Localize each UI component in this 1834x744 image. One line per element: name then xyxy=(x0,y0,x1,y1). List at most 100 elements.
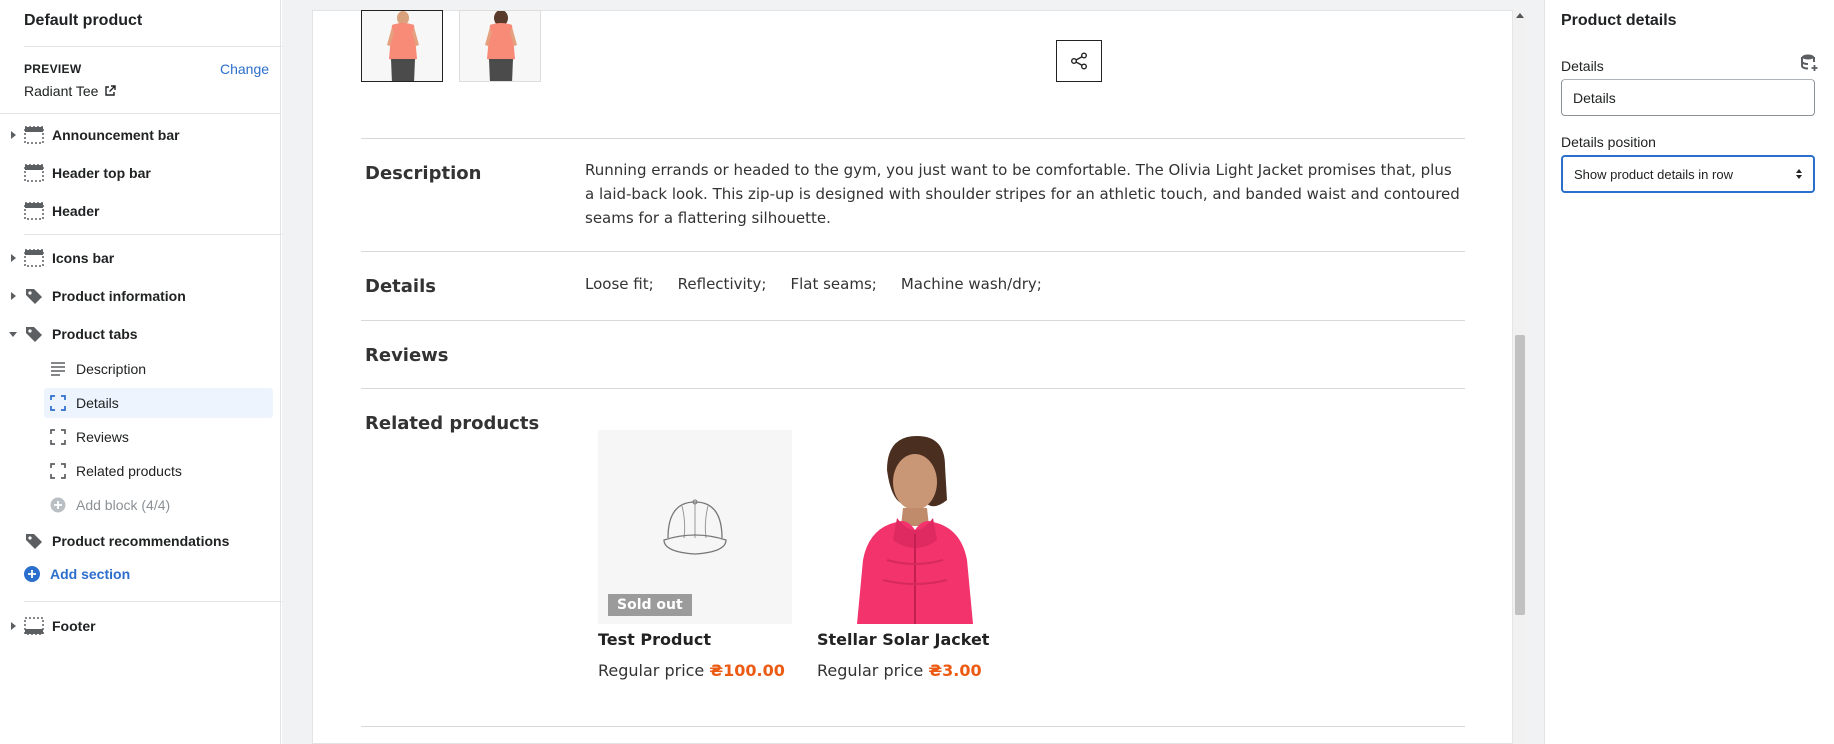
block-bracket-icon xyxy=(50,395,66,411)
sections-sidebar: Default product PREVIEW Change Radiant T… xyxy=(0,0,298,744)
expand-caret-icon[interactable] xyxy=(11,254,16,262)
section-dashed-top-icon xyxy=(24,249,44,267)
details-heading: Details xyxy=(365,276,436,297)
product-image-placeholder[interactable]: Sold out xyxy=(598,430,792,624)
description-heading: Description xyxy=(365,163,482,184)
add-circle-icon xyxy=(50,497,66,513)
divider xyxy=(361,138,1465,139)
theme-editor: Default product PREVIEW Change Radiant T… xyxy=(0,0,1834,744)
section-label: Header xyxy=(52,203,100,219)
section-label: Product information xyxy=(52,288,186,304)
details-list: Loose fit; Reflectivity; Flat seams; Mac… xyxy=(585,272,1042,296)
section-header-icon xyxy=(24,164,44,182)
collapse-caret-icon[interactable] xyxy=(9,331,17,337)
preview-label: PREVIEW xyxy=(24,62,82,76)
divider xyxy=(24,46,298,47)
details-input[interactable] xyxy=(1561,79,1815,116)
related-product-card[interactable]: Sold out Test Product Regular price ₴100… xyxy=(598,430,792,680)
section-header-top-bar[interactable]: Header top bar xyxy=(0,156,280,190)
section-product-tabs[interactable]: Product tabs xyxy=(0,317,280,351)
product-price: Regular price ₴100.00 xyxy=(598,661,785,680)
section-footer-icon xyxy=(24,617,44,635)
section-label: Product tabs xyxy=(52,326,138,342)
divider xyxy=(0,113,281,114)
details-position-select[interactable]: Show product details in row xyxy=(1561,155,1815,193)
section-announcement-bar[interactable]: Announcement bar xyxy=(0,118,280,152)
block-bracket-icon xyxy=(50,463,66,479)
section-label: Icons bar xyxy=(52,250,115,266)
dynamic-source-icon[interactable] xyxy=(1799,53,1819,73)
divider xyxy=(361,388,1465,389)
block-details[interactable]: Details xyxy=(44,388,273,418)
block-label: Reviews xyxy=(76,429,129,445)
expand-caret-icon[interactable] xyxy=(11,292,16,300)
product-image[interactable] xyxy=(817,430,1011,624)
preview-scrollbar[interactable] xyxy=(1512,10,1526,744)
section-product-recommendations[interactable]: Product recommendations xyxy=(0,524,280,558)
share-icon xyxy=(1071,52,1087,70)
select-value: Show product details in row xyxy=(1574,166,1733,182)
block-related-products[interactable]: Related products xyxy=(44,456,273,486)
section-header[interactable]: Header xyxy=(0,194,280,228)
tee-front-image xyxy=(362,11,442,81)
block-label: Add block (4/4) xyxy=(76,497,171,513)
related-heading: Related products xyxy=(365,413,540,434)
section-icons-bar[interactable]: Icons bar xyxy=(0,241,280,275)
share-button[interactable] xyxy=(1056,40,1102,82)
price-value: ₴3.00 xyxy=(928,661,982,680)
jacket-model-photo xyxy=(817,430,1011,624)
sold-out-badge: Sold out xyxy=(608,594,692,616)
cap-placeholder-icon xyxy=(663,499,727,555)
select-arrows-icon xyxy=(1796,169,1802,179)
text-lines-icon xyxy=(51,362,65,376)
block-description[interactable]: Description xyxy=(44,354,273,384)
preview-product[interactable]: Radiant Tee xyxy=(24,83,117,99)
product-name[interactable]: Test Product xyxy=(598,630,711,649)
product-price: Regular price ₴3.00 xyxy=(817,661,982,680)
tag-icon xyxy=(26,327,42,342)
product-name[interactable]: Stellar Solar Jacket xyxy=(817,630,989,649)
product-thumbnail-back[interactable] xyxy=(459,10,541,82)
add-section-label: Add section xyxy=(50,566,131,582)
divider xyxy=(24,601,298,602)
detail-item: Loose fit; xyxy=(585,275,654,293)
section-dashed-top-icon xyxy=(24,126,44,144)
description-text: Running errands or headed to the gym, yo… xyxy=(585,161,1460,227)
change-preview-link[interactable]: Change xyxy=(220,61,269,77)
template-title: Default product xyxy=(24,12,143,29)
expand-caret-icon[interactable] xyxy=(11,622,16,630)
section-footer[interactable]: Footer xyxy=(0,609,280,643)
tag-icon xyxy=(26,534,42,549)
section-label: Header top bar xyxy=(52,165,151,181)
add-section-button[interactable]: Add section xyxy=(24,566,130,582)
detail-item: Machine wash/dry; xyxy=(900,275,1042,293)
add-block-button: Add block (4/4) xyxy=(44,490,273,520)
divider xyxy=(361,320,1465,321)
price-value: ₴100.00 xyxy=(709,661,785,680)
block-label: Related products xyxy=(76,463,182,479)
scroll-up-arrow-icon[interactable] xyxy=(1516,13,1524,18)
detail-item: Flat seams; xyxy=(790,275,877,293)
divider xyxy=(361,251,1465,252)
divider xyxy=(24,234,298,235)
section-label: Announcement bar xyxy=(52,127,180,143)
settings-title: Product details xyxy=(1561,12,1677,29)
block-reviews[interactable]: Reviews xyxy=(44,422,273,452)
tee-back-image xyxy=(460,11,540,81)
product-thumbnail-front[interactable] xyxy=(361,10,443,82)
scroll-thumb[interactable] xyxy=(1515,335,1525,615)
settings-panel: Product details Details Details position… xyxy=(1544,0,1834,744)
price-label: Regular price xyxy=(817,661,924,680)
reviews-heading: Reviews xyxy=(365,345,449,366)
detail-item: Reflectivity; xyxy=(677,275,767,293)
block-label: Details xyxy=(76,395,119,411)
section-product-information[interactable]: Product information xyxy=(0,279,280,313)
details-label: Details xyxy=(1561,58,1604,74)
add-circle-icon xyxy=(24,566,40,582)
preview-product-name: Radiant Tee xyxy=(24,83,99,99)
related-product-card[interactable]: Stellar Solar Jacket Regular price ₴3.00 xyxy=(817,430,1011,680)
block-bracket-icon xyxy=(50,429,66,445)
tag-icon xyxy=(26,289,42,304)
expand-caret-icon[interactable] xyxy=(11,131,16,139)
section-header-icon xyxy=(24,202,44,220)
